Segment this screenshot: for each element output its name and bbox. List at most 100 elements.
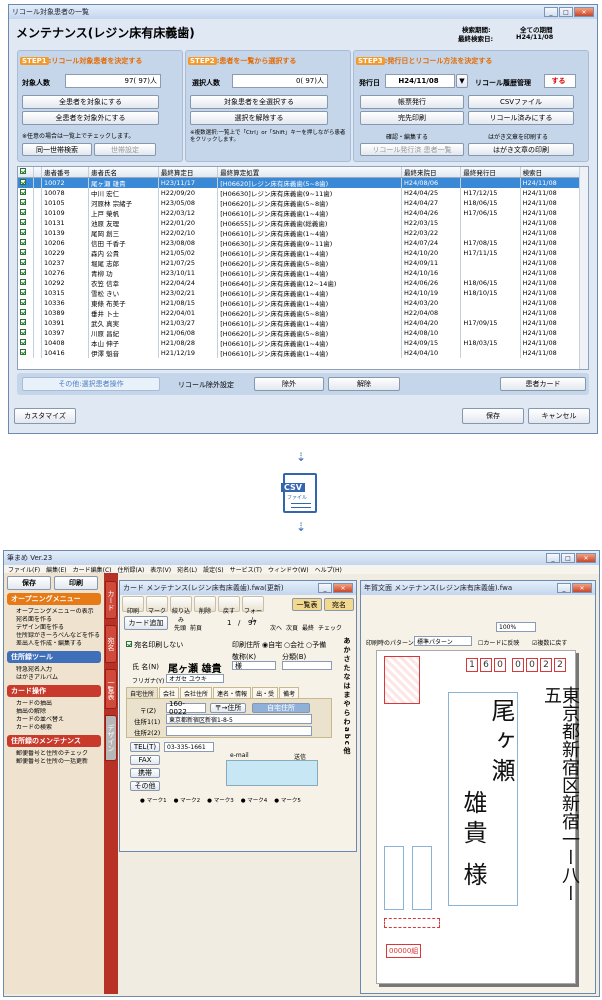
minimize-button[interactable]: _ (546, 553, 560, 563)
menu-item[interactable]: ヘルプ(H) (315, 565, 342, 574)
menu-item[interactable]: 住所録(A) (118, 565, 145, 574)
mark-item[interactable]: ● マーク4 (241, 796, 268, 804)
exclude-button[interactable]: 除外 (254, 377, 324, 391)
table-row[interactable]: 10206 信田 千香子 H23/08/08 [H06630]レジン床有床義歯(9~1… (18, 238, 581, 248)
same-household-search-button[interactable]: 同一世帯検索 (22, 143, 92, 156)
issue-date-field[interactable]: H24/11/08 (385, 74, 455, 88)
side-menu-item[interactable]: デザイン面を作る (4, 624, 104, 632)
side-menu-item[interactable]: 郵便番号と住所のチェック (4, 750, 104, 758)
address-tool-header[interactable]: 住所録ツール (7, 651, 101, 663)
side-menu-item[interactable]: カードの並べ替え (4, 716, 104, 724)
save-tool-button[interactable]: 保存 (7, 576, 51, 590)
table-header-3[interactable]: 患者氏名 (88, 167, 159, 178)
side-menu-item[interactable]: 抽出の解除 (4, 708, 104, 716)
close-button[interactable]: ✕ (576, 553, 596, 563)
table-header-8[interactable]: 検索日 (520, 167, 581, 178)
deselect-all-patients-button[interactable]: 全患者を対象外にする (22, 111, 159, 125)
tel-field[interactable]: 03-335-1661 (164, 742, 214, 752)
honorific-field[interactable]: 様 (232, 661, 276, 670)
print-pos-spare[interactable]: ○予備 (306, 640, 326, 650)
row-checkbox[interactable] (18, 188, 35, 198)
issue-date-dropdown-icon[interactable]: ▼ (456, 74, 468, 88)
checkbox-icon[interactable] (20, 179, 26, 185)
side-menu-item[interactable]: 差出人を作成・編集する (4, 640, 104, 648)
list-view-button[interactable]: 一覧表 (292, 598, 322, 611)
checkbox-icon[interactable] (20, 279, 26, 285)
sync-checkbox[interactable]: ☑複数に戻す (532, 638, 567, 647)
table-header-4[interactable]: 最終算定日 (158, 167, 219, 178)
checkbox-icon[interactable] (20, 199, 26, 205)
card-add-button[interactable]: カード追加 (124, 616, 168, 630)
patient-card-button[interactable]: 患者カード (500, 377, 586, 391)
table-row[interactable]: 10416 伊澤 魁音 H21/12/19 [H06610]レジン床有床義歯(1~4歯… (18, 348, 581, 358)
table-header-5[interactable]: 最終算定処置 (217, 167, 403, 178)
table-row[interactable]: 10109 上戸 榮帆 H22/03/12 [H06610]レジン床有床義歯(1~4歯… (18, 208, 581, 218)
card-operation-header[interactable]: カード操作 (7, 685, 101, 697)
table-row[interactable]: 10105 河原林 宗緒子 H23/05/08 [H06620]レジン床有床義歯(5~… (18, 198, 581, 208)
card-toolbar-button[interactable]: 戻す (218, 596, 240, 615)
row-checkbox[interactable] (18, 308, 35, 318)
tab-card[interactable]: カード (105, 581, 117, 619)
pattern-select[interactable]: 標準パターン (414, 636, 472, 646)
table-row[interactable]: 10276 青柳 功 H23/10/11 [H06610]レジン床有床義歯(1~4歯)… (18, 268, 581, 278)
mark-item[interactable]: ● マーク3 (207, 796, 234, 804)
table-scrollbar[interactable] (579, 167, 588, 369)
card-toolbar-button[interactable]: 絞り込み (170, 596, 192, 624)
household-setting-button[interactable]: 世帯設定 (94, 143, 156, 156)
card-toolbar-button[interactable]: 削除 (194, 596, 216, 615)
row-checkbox[interactable] (18, 328, 35, 338)
side-menu-item[interactable]: カードの検索 (4, 724, 104, 732)
table-row[interactable]: 10397 川原 昌紀 H21/06/08 [H06620]レジン床有床義歯(5~8歯… (18, 328, 581, 338)
issued-patients-button[interactable]: リコール発行済 患者一覧 (360, 143, 464, 156)
close-button[interactable]: ✕ (574, 7, 594, 17)
close-button[interactable]: ✕ (572, 583, 592, 593)
issue-ledger-button[interactable]: 帳票発行 (360, 95, 464, 109)
checkbox-icon[interactable] (20, 349, 26, 355)
row-checkbox[interactable] (18, 298, 35, 308)
tab-design[interactable]: デザイン (105, 715, 117, 761)
opening-menu-header[interactable]: オープニングメニュー (7, 593, 101, 605)
select-all-targets-button[interactable]: 対象患者を全選択する (190, 95, 328, 109)
minimize-button[interactable]: _ (557, 583, 571, 593)
reflect-checkbox[interactable]: ☐カードに反映 (478, 638, 519, 647)
checkbox-icon[interactable] (20, 299, 26, 305)
table-header-1[interactable] (33, 167, 42, 178)
checkbox-icon[interactable] (20, 339, 26, 345)
address1-field[interactable]: 東京都新宿区新宿1-8-5 (166, 714, 312, 724)
check-button[interactable]: チェック (318, 623, 342, 632)
row-checkbox[interactable] (18, 268, 35, 278)
close-button[interactable]: ✕ (333, 583, 353, 593)
table-row[interactable]: 10315 雪松 きい H23/02/21 [H06610]レジン床有床義歯(1~4歯… (18, 288, 581, 298)
side-menu-item[interactable]: カードの抽出 (4, 700, 104, 708)
checkbox-icon[interactable] (20, 329, 26, 335)
kana-field[interactable]: オガセ ユウキ (166, 674, 224, 683)
menu-item[interactable]: 設定(S) (203, 565, 224, 574)
row-checkbox[interactable] (18, 248, 35, 258)
checkbox-icon[interactable] (20, 189, 26, 195)
clear-selection-button[interactable]: 選択を解除する (190, 111, 328, 125)
table-row[interactable]: 10408 本山 伸子 H21/08/28 [H06610]レジン床有床義歯(1~4歯… (18, 338, 581, 348)
menu-item[interactable]: 宛名(L) (177, 565, 197, 574)
side-menu-item[interactable]: 宛名面を作る (4, 616, 104, 624)
side-menu-item[interactable]: オープニングメニューの表示 (4, 608, 104, 616)
minimize-button[interactable]: _ (544, 7, 558, 17)
row-checkbox[interactable] (18, 228, 35, 238)
minimize-button[interactable]: _ (318, 583, 332, 593)
checkbox-icon[interactable] (20, 239, 26, 245)
recall-history-value[interactable]: する (544, 74, 576, 88)
checkbox-icon[interactable] (20, 219, 26, 225)
address-view-button[interactable]: 宛名 (324, 598, 354, 611)
table-header-2[interactable]: 患者番号 (41, 167, 90, 178)
row-checkbox[interactable] (18, 218, 35, 228)
menu-item[interactable]: サービス(T) (230, 565, 262, 574)
print-pos-home[interactable]: ◉自宅 (262, 640, 282, 650)
address2-field[interactable] (166, 726, 312, 736)
kana-index[interactable]: あかさたなはまやらわabc他 (338, 637, 352, 756)
email-field[interactable] (226, 760, 318, 786)
table-row[interactable]: 10292 衣笠 信幸 H22/04/24 [H06640]レジン床有床義歯(12~1… (18, 278, 581, 288)
table-header-7[interactable]: 最終発行日 (460, 167, 521, 178)
table-row[interactable]: 10139 尾岡 創三 H22/02/10 [H06610]レジン床有床義歯(1~4歯… (18, 228, 581, 238)
checkbox-icon[interactable] (126, 641, 132, 647)
release-button[interactable]: 解除 (328, 377, 400, 391)
table-row[interactable]: 10072 尾ヶ瀬 雄貴 H23/11/17 [H06620]レジン床有床義歯(5~8… (18, 177, 581, 188)
